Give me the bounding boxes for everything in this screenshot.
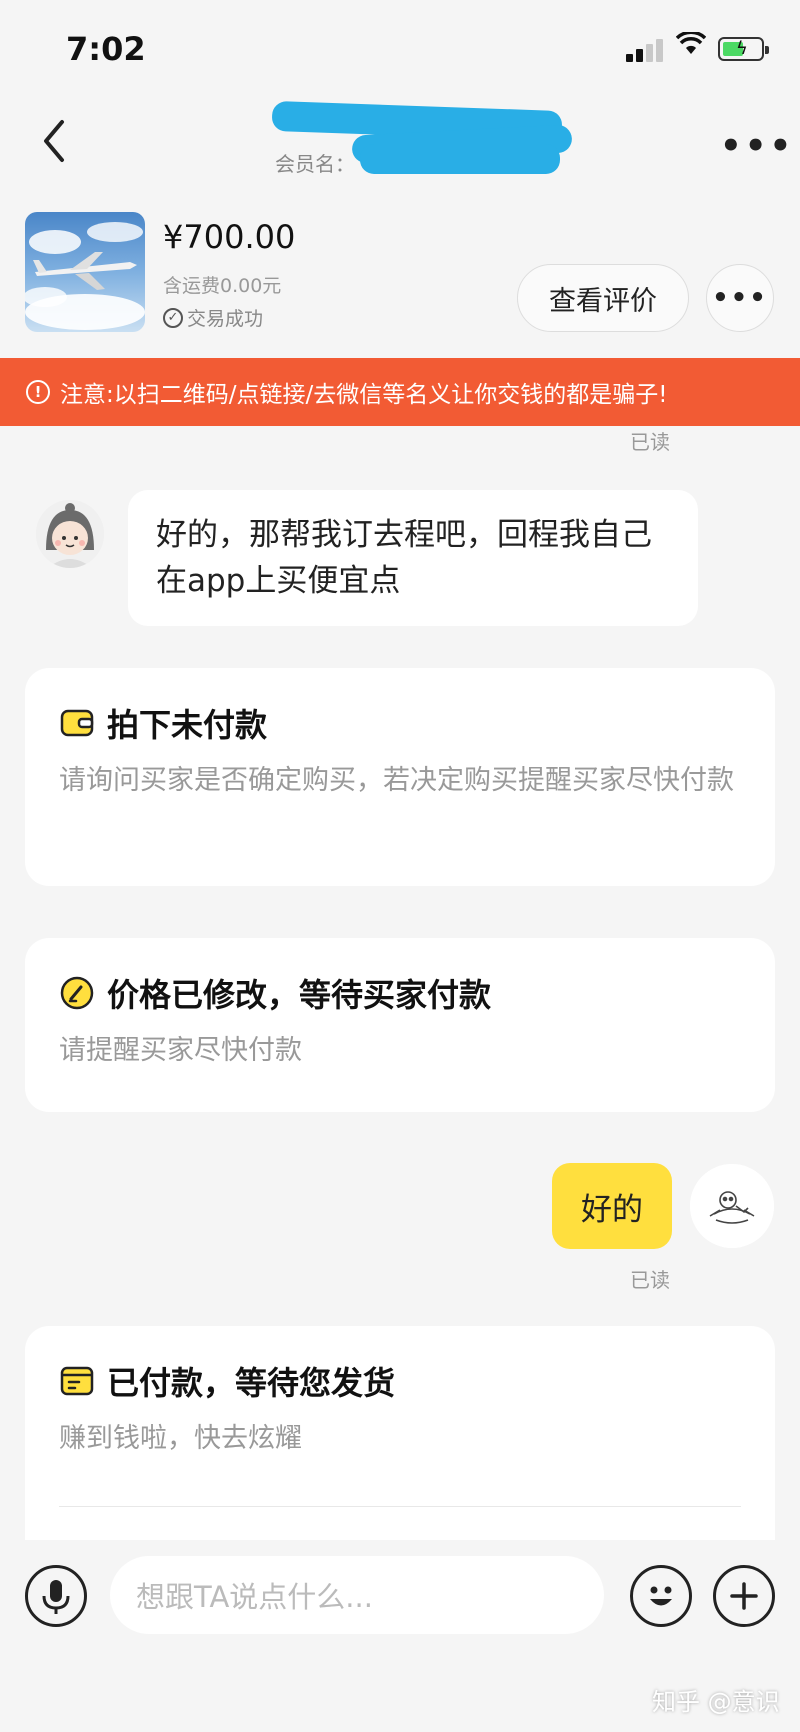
more-options-icon[interactable]: ••• [720, 126, 794, 166]
order-status-card[interactable]: 拍下未付款 请询问买家是否确定购买，若决定购买提醒买家尽快付款 [25, 668, 775, 886]
avatar[interactable] [690, 1164, 774, 1248]
status-time: 7:02 [66, 30, 146, 68]
deal-status-text: 交易成功 [187, 308, 264, 330]
card-title: 拍下未付款 [107, 706, 268, 744]
product-price: ¥700.00 [163, 218, 296, 256]
product-card[interactable]: ¥700.00 含运费0.00元 ✓ 交易成功 查看评价 ••• [0, 206, 800, 358]
redacted-member-name [360, 144, 560, 174]
back-arrow-icon[interactable] [34, 116, 74, 166]
smiley-icon [650, 1586, 672, 1606]
view-review-button[interactable]: 查看评价 [517, 264, 689, 332]
card-description: 赚到钱啦，快去炫耀 [59, 1423, 302, 1454]
card-description: 请提醒买家尽快付款 [59, 1035, 302, 1066]
emoji-button[interactable] [630, 1565, 692, 1627]
add-attachment-button[interactable] [713, 1565, 775, 1627]
message-input[interactable]: 想跟TA说点什么... [110, 1556, 604, 1634]
order-status-card[interactable]: 价格已修改，等待买家付款 请提醒买家尽快付款 [25, 938, 775, 1112]
check-circle-icon: ✓ [163, 307, 183, 328]
microphone-icon [42, 1580, 70, 1614]
plus-icon [730, 1582, 758, 1610]
wallet-icon [60, 709, 94, 737]
scam-warning-banner: ! 注意:以扫二维码/点链接/去微信等名义让你交钱的都是骗子! [0, 358, 800, 426]
status-bar: 7:02 ϟ [0, 0, 800, 96]
voice-input-button[interactable] [25, 1565, 87, 1627]
battery-icon: ϟ [718, 37, 769, 61]
card-title-row: 拍下未付款 [59, 700, 741, 746]
card-title-row: 价格已修改，等待买家付款 [59, 970, 741, 1016]
card-title: 价格已修改，等待买家付款 [107, 976, 492, 1014]
read-receipt: 已读 [630, 430, 670, 454]
product-more-button[interactable]: ••• [706, 264, 774, 332]
paid-icon [60, 1366, 94, 1396]
card-title: 已付款，等待您发货 [107, 1364, 396, 1402]
message-bubble-sent[interactable]: 好的 [552, 1163, 672, 1249]
product-thumbnail[interactable] [25, 212, 145, 332]
signal-icon [626, 38, 666, 62]
divider [59, 1506, 741, 1507]
chat-header: 会员名： ••• [0, 96, 800, 206]
card-title-row: 已付款，等待您发货 [59, 1358, 741, 1404]
price-edit-icon [60, 976, 94, 1010]
member-label: 会员名： [275, 152, 355, 176]
deal-status: ✓ 交易成功 [163, 304, 263, 331]
wifi-icon [676, 32, 706, 54]
watermark-text: 知乎 @意识 [652, 1688, 780, 1716]
read-receipt: 已读 [630, 1268, 670, 1292]
avatar[interactable] [36, 500, 104, 568]
card-description: 请询问买家是否确定购买，若决定购买提醒买家尽快付款 [59, 765, 734, 796]
warning-text: 注意:以扫二维码/点链接/去微信等名义让你交钱的都是骗子! [60, 382, 668, 408]
shipping-fee: 含运费0.00元 [163, 275, 282, 297]
message-bubble-received[interactable]: 好的，那帮我订去程吧，回程我自己在app上买便宜点 [128, 490, 698, 626]
order-status-card[interactable]: 已付款，等待您发货 赚到钱啦，快去炫耀 [25, 1326, 775, 1540]
airplane-image [25, 222, 145, 330]
alert-icon: ! [26, 380, 50, 404]
